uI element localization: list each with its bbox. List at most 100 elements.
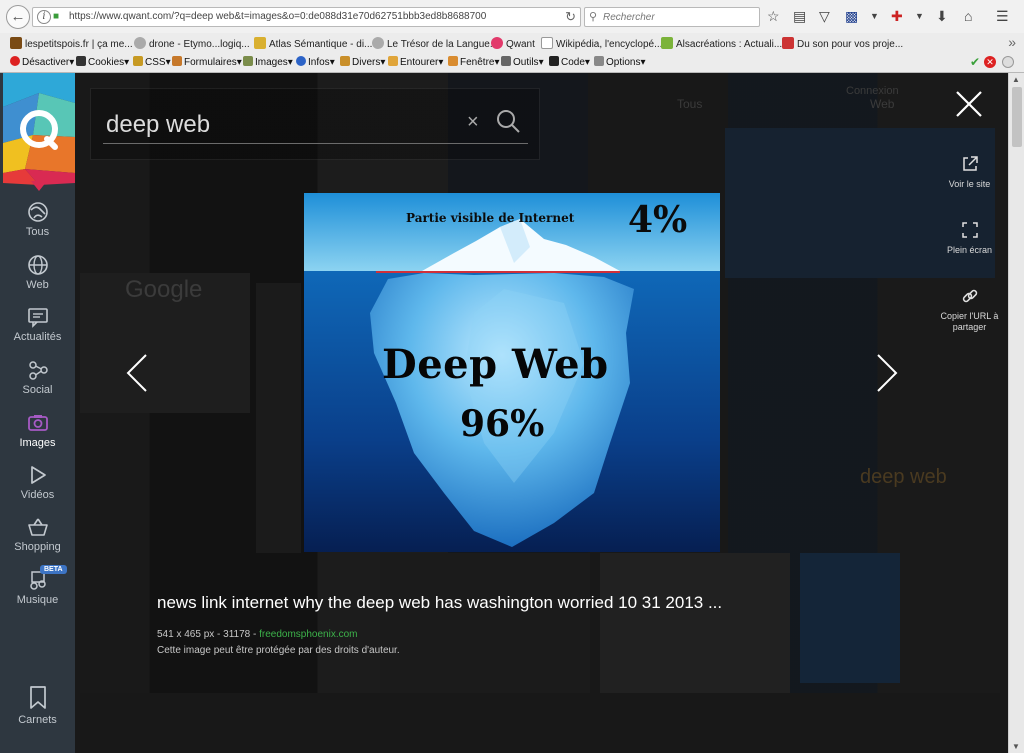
error-icon[interactable]: ✕ — [984, 56, 996, 68]
save-icon[interactable]: ▩ — [845, 8, 858, 24]
sidebar-item-tous[interactable]: Tous — [0, 201, 75, 253]
menu-icon[interactable]: ☰ — [996, 8, 1009, 24]
dev-menu-entourer[interactable]: Entourer▾ — [388, 56, 443, 68]
dev-menu-images[interactable]: Images▾ — [243, 56, 293, 68]
cookies-icon — [76, 56, 86, 66]
bookmark-tresor[interactable]: Le Trésor de la Langue... — [372, 37, 498, 50]
download-icon[interactable]: ⬇ — [936, 8, 948, 24]
disable-icon — [10, 56, 20, 66]
sidebar-item-musique[interactable]: BETA Musique — [0, 565, 75, 621]
sidebar-item-carnets[interactable]: Carnets — [0, 685, 75, 737]
dev-menu-options[interactable]: Options▾ — [594, 56, 646, 68]
bg-thumbnail — [905, 553, 1000, 683]
pocket-icon[interactable]: ▽ — [819, 8, 830, 24]
sidebar-label: Tous — [25, 226, 50, 238]
back-button[interactable]: ← — [6, 5, 30, 29]
view-site-button[interactable]: Voir le site — [932, 155, 1007, 190]
reading-list-icon[interactable]: ▤ — [793, 8, 806, 24]
search-input[interactable]: deep web — [106, 111, 210, 139]
url-bar[interactable]: i ■ https://www.qwant.com/?q=deep web&t=… — [32, 7, 581, 27]
bookmark-qwant[interactable]: Qwant — [491, 37, 535, 50]
image-caption: news link internet why the deep web has … — [157, 593, 723, 612]
image-meta: 541 x 465 px - 31178 - freedomsphoenix.c… — [157, 629, 358, 640]
search-icon[interactable] — [495, 108, 521, 134]
browser-chrome: ← i ■ https://www.qwant.com/?q=deep web&… — [0, 0, 1024, 73]
bookmark-lespetitspois[interactable]: lespetitspois.fr | ça me... — [10, 37, 133, 50]
tools-icon — [501, 56, 511, 66]
web-developer-toolbar: Désactiver▾ Cookies▾ CSS▾ Formulaires▾ I… — [0, 53, 1024, 72]
sidebar-label: Images — [19, 437, 56, 449]
status-dot-icon[interactable] — [1002, 56, 1014, 68]
scroll-up-icon[interactable]: ▲ — [1012, 75, 1020, 84]
browser-search-placeholder: Rechercher — [603, 12, 655, 23]
qwant-search-box[interactable]: deep web × — [90, 88, 540, 160]
sidebar-label: Carnets — [18, 714, 57, 726]
sidebar-item-shopping[interactable]: Shopping — [0, 516, 75, 568]
bg-connexion: Connexion — [846, 85, 899, 97]
dev-menu-cookies[interactable]: Cookies▾ — [76, 56, 129, 68]
next-arrow-icon[interactable] — [874, 353, 900, 393]
source-link[interactable]: freedomsphoenix.com — [259, 629, 357, 640]
bookmark-drone[interactable]: drone - Etymo...logiq... — [134, 37, 250, 50]
social-icon — [28, 361, 48, 380]
code-icon — [549, 56, 559, 66]
beta-badge: BETA — [40, 565, 67, 574]
bg-deepweb-text: deep web — [860, 466, 947, 488]
addon-dropdown-icon[interactable]: ▼ — [915, 8, 924, 24]
sidebar-label: Shopping — [14, 541, 61, 553]
nav-toolbar: ← i ■ https://www.qwant.com/?q=deep web&… — [0, 0, 1024, 33]
url-text[interactable]: https://www.qwant.com/?q=deep web&t=imag… — [69, 11, 486, 22]
dev-menu-desactiver[interactable]: Désactiver▾ — [10, 56, 74, 68]
play-icon — [30, 466, 46, 484]
dev-menu-code[interactable]: Code▾ — [549, 56, 590, 68]
browser-search-input[interactable]: ⚲ Rechercher — [584, 7, 760, 27]
copyright-notice: Cette image peut être protégée par des d… — [157, 645, 400, 656]
image-main-percent: 96% — [460, 403, 545, 445]
qwant-sidebar: Tous Web Actualités Social Images Vidéos… — [0, 73, 75, 753]
external-link-icon — [962, 156, 978, 171]
dev-menu-outils[interactable]: Outils▾ — [501, 56, 544, 68]
dev-menu-infos[interactable]: Infos▾ — [296, 56, 335, 68]
addon-cross-icon[interactable]: ✚ — [891, 8, 903, 24]
image-top-label: Partie visible de Internet — [406, 211, 575, 225]
star-icon[interactable]: ☆ — [767, 8, 780, 24]
site-info-icon[interactable]: i — [37, 10, 51, 24]
save-dropdown-icon[interactable]: ▼ — [870, 8, 879, 24]
scroll-thumb[interactable] — [1012, 87, 1022, 147]
home-icon[interactable]: ⌂ — [964, 8, 972, 24]
dev-menu-divers[interactable]: Divers▾ — [340, 56, 385, 68]
reload-icon[interactable]: ↻ — [565, 9, 576, 25]
sidebar-label: Musique — [16, 594, 59, 606]
bookmark-wikipedia[interactable]: Wikipédia, l'encyclopé... — [541, 37, 662, 50]
qwant-logo[interactable] — [3, 73, 75, 191]
dev-menu-formulaires[interactable]: Formulaires▾ — [172, 56, 242, 68]
sidebar-label: Social — [22, 384, 53, 396]
validation-ok-icon[interactable]: ✔ — [970, 55, 980, 69]
qwant-page: Tous Web Connexion Google deep web Tous — [0, 73, 1008, 753]
clear-search-icon[interactable]: × — [467, 111, 479, 134]
sidebar-item-videos[interactable]: Vidéos — [0, 464, 75, 516]
previous-arrow-icon[interactable] — [124, 353, 150, 393]
bookmark-favicon-icon — [782, 37, 794, 49]
bookmark-alsacreations[interactable]: Alsacréations : Actuali... — [661, 37, 782, 50]
wikipedia-icon — [541, 37, 553, 49]
dev-menu-css[interactable]: CSS▾ — [133, 56, 171, 68]
search-icon: ⚲ — [589, 11, 598, 23]
forms-icon — [172, 56, 182, 66]
close-icon[interactable] — [953, 88, 985, 120]
sidebar-item-social[interactable]: Social — [0, 359, 75, 411]
bookmark-atlas[interactable]: Atlas Sémantique - di... — [254, 37, 372, 50]
scroll-down-icon[interactable]: ▼ — [1012, 742, 1020, 751]
sidebar-item-images[interactable]: Images — [0, 412, 75, 464]
fullscreen-button[interactable]: Plein écran — [932, 221, 1007, 256]
bookmarks-overflow-icon[interactable]: » — [1008, 34, 1016, 50]
copy-url-button[interactable]: Copier l'URL à partager — [932, 287, 1007, 333]
sidebar-item-actualites[interactable]: Actualités — [0, 306, 75, 358]
bookmark-duson[interactable]: Du son pour vos proje... — [782, 37, 903, 50]
search-underline — [103, 143, 528, 144]
sidebar-item-web[interactable]: Web — [0, 254, 75, 306]
globe-icon — [372, 37, 384, 49]
dev-menu-fenetre[interactable]: Fenêtre▾ — [448, 56, 500, 68]
page-scrollbar[interactable]: ▲ ▼ — [1008, 73, 1024, 753]
sidebar-label: Actualités — [13, 331, 62, 343]
